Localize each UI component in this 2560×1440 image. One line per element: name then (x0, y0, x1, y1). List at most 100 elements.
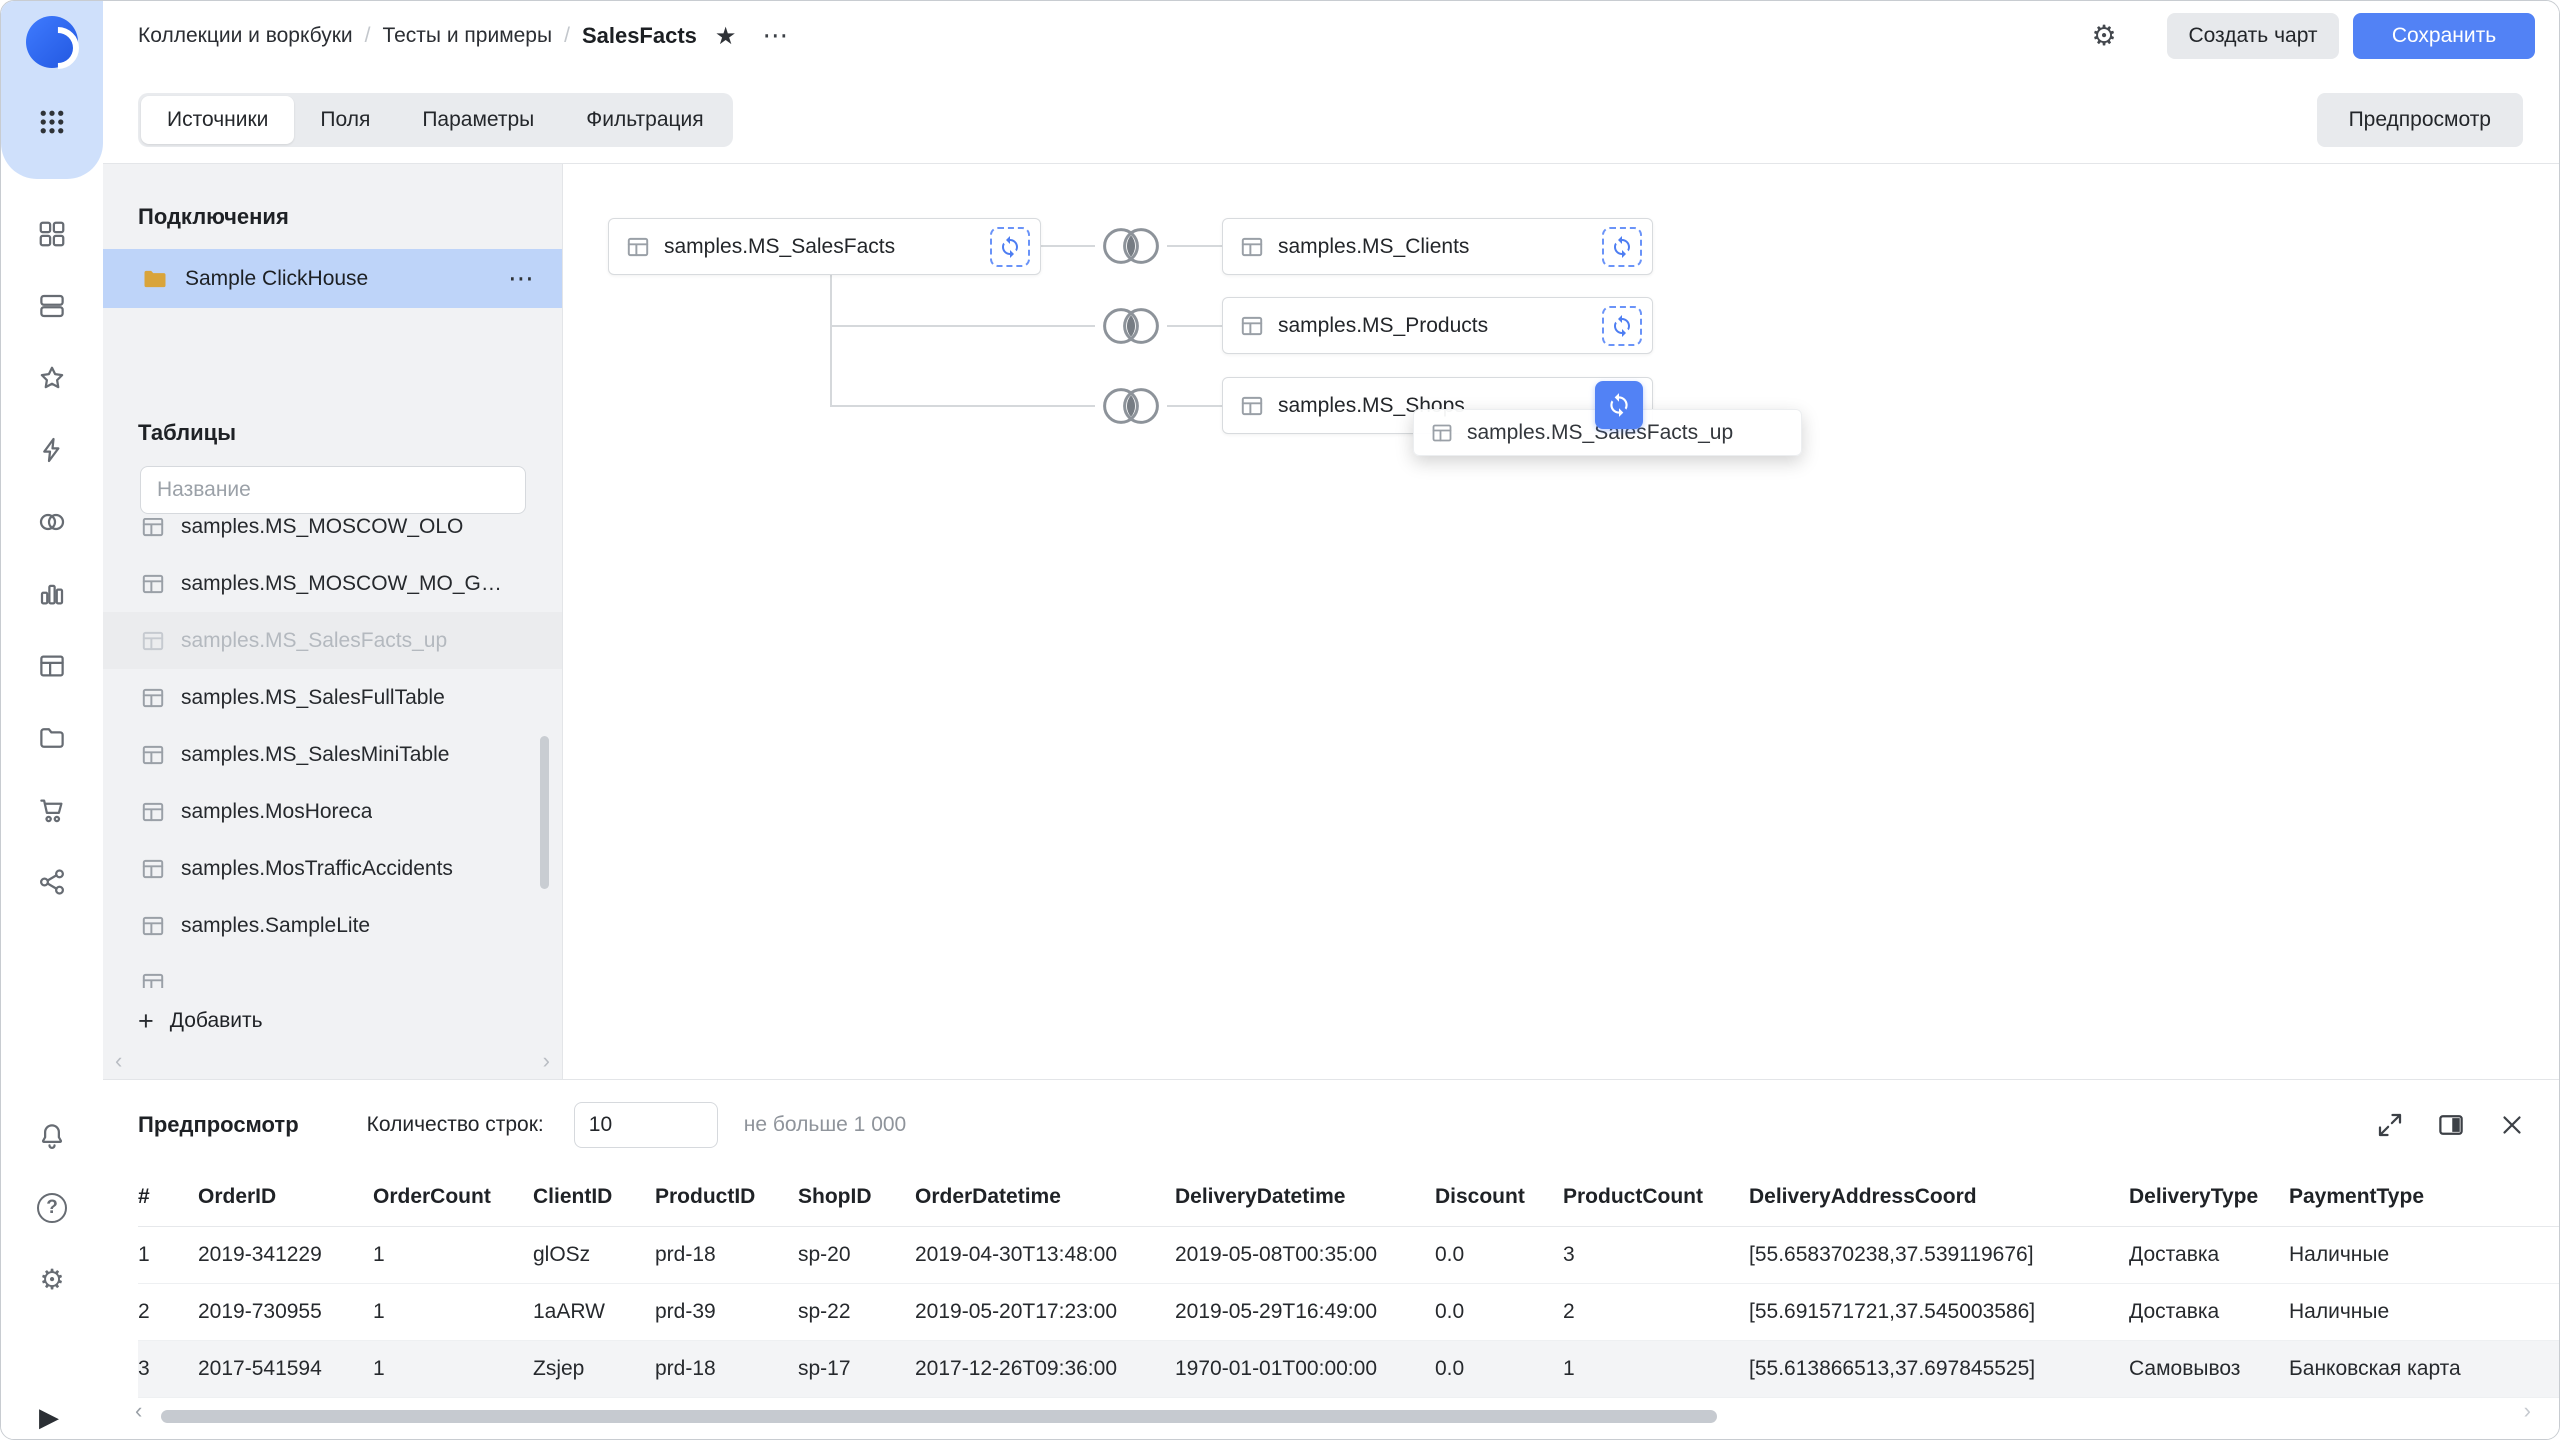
tab-parameters[interactable]: Параметры (396, 96, 560, 144)
column-header: Discount (1435, 1169, 1563, 1226)
cell: sp-22 (798, 1283, 915, 1340)
table-name: samples.MS_SalesMiniTable (181, 743, 449, 767)
add-table-label: Добавить (170, 1009, 263, 1033)
more-menu-icon[interactable]: ⋯ (762, 21, 788, 51)
list-item[interactable] (103, 954, 562, 988)
hscroll-right-icon[interactable]: › (2524, 1398, 2531, 1424)
source-name: samples.MS_Products (1278, 314, 1488, 338)
favorites-icon[interactable] (37, 363, 67, 393)
table-search-input[interactable] (140, 466, 526, 514)
list-item[interactable]: samples.MosHoreca (103, 783, 562, 840)
favorite-star-icon[interactable]: ★ (715, 22, 737, 50)
dataset-settings-gear-icon[interactable]: ⚙ (2085, 17, 2123, 55)
refresh-sync-button-active[interactable] (1595, 381, 1643, 429)
services-icon[interactable] (37, 867, 67, 897)
cell: 2019-05-29T16:49:00 (1175, 1283, 1435, 1340)
row-count-label: Количество строк: (367, 1113, 544, 1137)
cell: 2 (1563, 1283, 1749, 1340)
cell: Zsjep (533, 1340, 655, 1397)
left-rail: ? ⚙ ▶ (1, 1, 103, 1439)
add-table-button[interactable]: + Добавить (138, 996, 263, 1046)
table-name: samples.MS_MOSCOW_MO_G… (181, 572, 502, 596)
table-row: 3 2017-541594 1 Zsjep prd-18 sp-17 2017-… (138, 1340, 2559, 1397)
list-item[interactable]: samples.MS_SalesFullTable (103, 669, 562, 726)
cell: [55.658370238,37.539119676] (1749, 1226, 2129, 1283)
dashboards-icon[interactable] (37, 651, 67, 681)
row-count-input[interactable] (574, 1102, 718, 1148)
tables-list-scrollbar[interactable] (540, 736, 549, 889)
source-box-clients[interactable]: samples.MS_Clients (1222, 218, 1653, 275)
tabs-segmented-control: Источники Поля Параметры Фильтрация (138, 93, 733, 147)
preview-panel: Предпросмотр Количество строк: не больше… (103, 1079, 2559, 1440)
expand-icon[interactable] (2375, 1110, 2405, 1140)
breadcrumb: Коллекции и воркбуки / Тесты и примеры /… (138, 1, 788, 71)
hscroll-left-icon[interactable]: ‹ (135, 1398, 142, 1424)
notifications-bell-icon[interactable] (37, 1121, 67, 1151)
connector-line (1167, 405, 1222, 407)
split-view-icon[interactable] (2436, 1110, 2466, 1140)
table-name: samples.MS_SalesFullTable (181, 686, 445, 710)
refresh-sync-icon[interactable] (1602, 227, 1642, 267)
connection-more-icon[interactable]: ⋯ (508, 264, 534, 294)
source-box-products[interactable]: samples.MS_Products (1222, 297, 1653, 354)
refresh-sync-icon[interactable] (990, 227, 1030, 267)
join-icon[interactable] (1095, 304, 1167, 348)
column-header: DeliveryDatetime (1175, 1169, 1435, 1226)
cell: 0.0 (1435, 1340, 1563, 1397)
source-box-salesfacts[interactable]: samples.MS_SalesFacts (608, 218, 1041, 275)
column-header: ProductID (655, 1169, 798, 1226)
table-row: 2 2019-730955 1 1aARW prd-39 sp-22 2019-… (138, 1283, 2559, 1340)
tab-filtering[interactable]: Фильтрация (560, 96, 729, 144)
close-icon[interactable] (2497, 1110, 2527, 1140)
datalens-logo[interactable] (26, 16, 78, 68)
cell: prd-39 (655, 1283, 798, 1340)
panel-scroll-right-icon[interactable]: › (543, 1048, 550, 1074)
join-canvas: samples.MS_SalesFacts samples.MS_Clients… (563, 164, 2559, 1079)
cell: Банковская карта (2289, 1340, 2559, 1397)
connector-line (830, 405, 1095, 407)
horizontal-scrollbar[interactable] (161, 1410, 1717, 1423)
workbooks-icon[interactable] (37, 291, 67, 321)
datasets-icon[interactable] (37, 507, 67, 537)
connector-line (830, 275, 832, 407)
charts-icon[interactable] (37, 579, 67, 609)
connector-line (830, 325, 1095, 327)
panel-scroll-left-icon[interactable]: ‹ (115, 1048, 122, 1074)
connection-item-selected[interactable]: Sample ClickHouse ⋯ (103, 249, 562, 308)
list-item[interactable]: samples.MS_SalesMiniTable (103, 726, 562, 783)
list-item[interactable]: samples.MosTrafficAccidents (103, 840, 562, 897)
preview-table: # OrderID OrderCount ClientID ProductID … (138, 1169, 2559, 1398)
list-item[interactable]: samples.MS_MOSCOW_OLO (103, 518, 562, 555)
breadcrumb-collections[interactable]: Коллекции и воркбуки (138, 24, 353, 48)
cell: sp-20 (798, 1226, 915, 1283)
tab-fields[interactable]: Поля (294, 96, 396, 144)
join-icon[interactable] (1095, 224, 1167, 268)
list-item[interactable]: samples.SampleLite (103, 897, 562, 954)
collapse-play-icon[interactable]: ▶ (39, 1403, 59, 1433)
refresh-sync-icon[interactable] (1602, 306, 1642, 346)
list-item[interactable]: samples.MS_MOSCOW_MO_G… (103, 555, 562, 612)
save-button[interactable]: Сохранить (2353, 13, 2535, 59)
preview-toggle-button[interactable]: Предпросмотр (2317, 93, 2523, 147)
apps-grid-icon[interactable] (37, 107, 67, 137)
tables-list: samples.MS_MOSCOW_OLO samples.MS_MOSCOW_… (103, 518, 562, 988)
connections-icon[interactable] (37, 435, 67, 465)
column-header: DeliveryAddressCoord (1749, 1169, 2129, 1226)
breadcrumb-dataset-name: SalesFacts (582, 23, 697, 49)
settings-gear-icon[interactable]: ⚙ (37, 1265, 67, 1295)
connector-line (1167, 245, 1222, 247)
breadcrumb-workbook[interactable]: Тесты и примеры (382, 24, 552, 48)
create-chart-button[interactable]: Создать чарт (2167, 13, 2339, 59)
rail-nav (1, 219, 103, 897)
tables-title: Таблицы (138, 420, 236, 446)
collections-icon[interactable] (37, 219, 67, 249)
cell: 3 (1563, 1226, 1749, 1283)
storage-icon[interactable] (37, 723, 67, 753)
tab-sources[interactable]: Источники (141, 96, 294, 144)
cell: 2019-04-30T13:48:00 (915, 1226, 1175, 1283)
join-icon[interactable] (1095, 384, 1167, 428)
help-icon[interactable]: ? (37, 1193, 67, 1223)
column-header: # (138, 1169, 198, 1226)
marketplace-icon[interactable] (37, 795, 67, 825)
column-header: ProductCount (1563, 1169, 1749, 1226)
